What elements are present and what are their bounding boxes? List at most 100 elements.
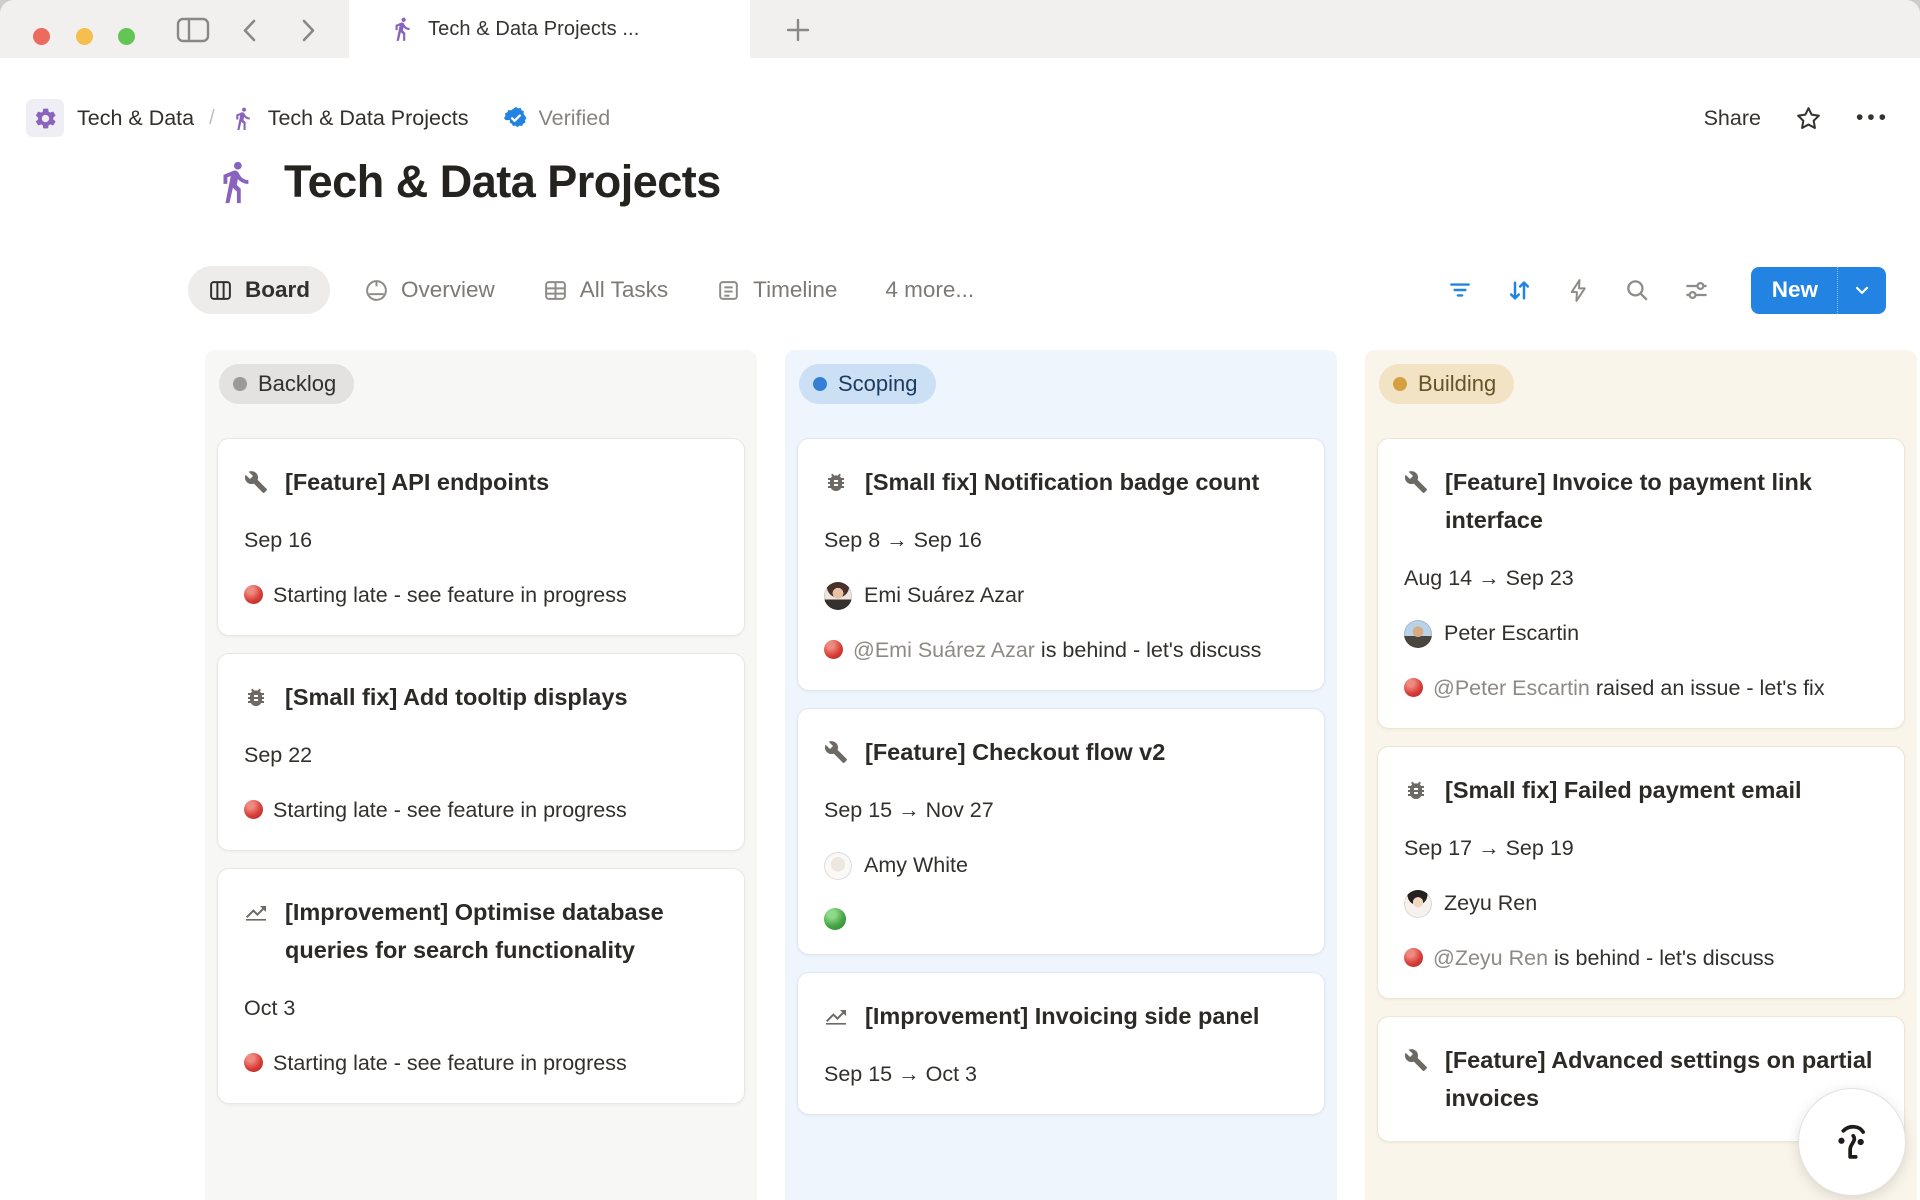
task-card[interactable]: [Small fix] Failed payment email Sep 17 … — [1377, 746, 1905, 999]
zoom-window-button[interactable] — [118, 28, 135, 45]
workspace-chip[interactable] — [26, 99, 64, 137]
views-toolbar: Board Overview All Tasks Timeline 4 more… — [188, 260, 1886, 320]
verified-badge[interactable]: Verified — [503, 105, 610, 131]
ai-face-icon — [1821, 1111, 1883, 1173]
card-assignee: Emi Suárez Azar — [824, 580, 1298, 611]
top-bar: Tech & Data / Tech & Data Projects Verif… — [26, 92, 1890, 144]
card-date: Oct 3 — [244, 993, 718, 1024]
status-dot — [1393, 377, 1407, 391]
window-chrome: Tech & Data Projects ... — [0, 0, 1920, 58]
task-card[interactable]: [Improvement] Invoicing side panel Sep 1… — [797, 972, 1325, 1115]
automation-lightning-icon[interactable] — [1566, 278, 1591, 303]
page-header: Tech & Data Projects — [212, 156, 721, 208]
view-settings-sliders-icon[interactable] — [1683, 277, 1710, 304]
card-status — [824, 905, 1298, 930]
filter-icon[interactable] — [1447, 277, 1473, 303]
card-status: Starting late - see feature in progress — [244, 1048, 718, 1079]
tab-title: Tech & Data Projects ... — [428, 18, 639, 41]
avatar — [1404, 620, 1432, 648]
more-views-button[interactable]: 4 more... — [885, 277, 974, 303]
page-title: Tech & Data Projects — [284, 156, 721, 208]
browser-tab[interactable]: Tech & Data Projects ... — [349, 0, 750, 58]
notion-window: Tech & Data Projects ... Tech & Data / T… — [0, 0, 1920, 1200]
share-button[interactable]: Share — [1704, 106, 1761, 131]
card-assignee: Amy White — [824, 850, 1298, 881]
view-tab-overview[interactable]: Overview — [364, 277, 495, 303]
column-backlog: Backlog [Feature] API endpoints Sep 16 S… — [205, 350, 757, 1200]
search-icon[interactable] — [1624, 277, 1650, 303]
card-title: [Feature] Checkout flow v2 — [865, 733, 1165, 771]
bug-icon — [1404, 778, 1428, 802]
task-card[interactable]: [Feature] Invoice to payment link interf… — [1377, 438, 1905, 729]
new-button[interactable]: New — [1751, 277, 1837, 303]
red-status-icon — [1404, 948, 1423, 967]
gear-icon — [33, 106, 58, 131]
sort-icon[interactable] — [1506, 277, 1533, 304]
card-status: Starting late - see feature in progress — [244, 795, 718, 826]
more-options-icon[interactable]: ••• — [1856, 106, 1890, 130]
card-status: @Peter Escartin raised an issue - let's … — [1404, 673, 1878, 704]
new-dropdown-button[interactable] — [1838, 280, 1886, 300]
card-title: [Small fix] Add tooltip displays — [285, 678, 628, 716]
back-chevron-icon[interactable] — [239, 18, 261, 43]
breadcrumb-separator: / — [207, 107, 217, 130]
forward-chevron-icon[interactable] — [297, 18, 319, 43]
runner-icon — [230, 106, 255, 131]
red-status-icon — [244, 585, 263, 604]
card-date: Sep 16 — [244, 525, 718, 556]
card-date: Aug 14 → Sep 23 — [1404, 563, 1878, 594]
page-runner-icon — [212, 159, 258, 205]
task-card[interactable]: [Feature] API endpoints Sep 16 Starting … — [217, 438, 745, 636]
bug-icon — [824, 470, 848, 494]
wrench-icon — [244, 470, 268, 494]
task-card[interactable]: [Improvement] Optimise database queries … — [217, 868, 745, 1104]
task-card[interactable]: [Small fix] Notification badge count Sep… — [797, 438, 1325, 691]
verified-check-icon — [503, 105, 529, 131]
column-scoping: Scoping [Small fix] Notification badge c… — [785, 350, 1337, 1200]
new-tab-icon[interactable] — [785, 17, 811, 43]
card-title: [Improvement] Invoicing side panel — [865, 997, 1259, 1035]
view-tab-all-tasks[interactable]: All Tasks — [543, 277, 668, 303]
card-status: Starting late - see feature in progress — [244, 580, 718, 611]
timeline-icon — [716, 278, 741, 303]
status-dot — [813, 377, 827, 391]
notion-ai-button[interactable] — [1798, 1088, 1906, 1196]
card-date: Sep 8 → Sep 16 — [824, 525, 1298, 556]
task-card[interactable]: [Feature] Checkout flow v2 Sep 15 → Nov … — [797, 708, 1325, 955]
wrench-icon — [1404, 470, 1428, 494]
status-pill-scoping[interactable]: Scoping — [799, 364, 936, 404]
avatar — [1404, 890, 1432, 918]
card-date: Sep 15 → Nov 27 — [824, 795, 1298, 826]
card-assignee: Zeyu Ren — [1404, 888, 1878, 919]
improvement-icon — [824, 1004, 848, 1028]
status-pill-backlog[interactable]: Backlog — [219, 364, 354, 404]
card-date: Sep 17 → Sep 19 — [1404, 833, 1878, 864]
chevron-down-icon — [1852, 280, 1872, 300]
favorite-star-icon[interactable] — [1795, 105, 1822, 132]
breadcrumb: Tech & Data / Tech & Data Projects Verif… — [26, 99, 610, 137]
avatar — [824, 582, 852, 610]
card-title: [Feature] Invoice to payment link interf… — [1445, 463, 1878, 539]
card-title: [Small fix] Failed payment email — [1445, 771, 1802, 809]
toolbar: New — [1447, 267, 1886, 314]
red-status-icon — [244, 800, 263, 819]
table-icon — [543, 278, 568, 303]
task-card[interactable]: [Small fix] Add tooltip displays Sep 22 … — [217, 653, 745, 851]
board-icon — [208, 278, 233, 303]
kanban-board: Backlog [Feature] API endpoints Sep 16 S… — [205, 350, 1917, 1200]
status-pill-building[interactable]: Building — [1379, 364, 1514, 404]
close-window-button[interactable] — [33, 28, 50, 45]
view-tab-board[interactable]: Board — [188, 266, 330, 314]
view-tabs: Board Overview All Tasks Timeline 4 more… — [188, 266, 974, 314]
card-title: [Small fix] Notification badge count — [865, 463, 1259, 501]
breadcrumb-page[interactable]: Tech & Data Projects — [268, 106, 469, 131]
sidebar-toggle-icon[interactable] — [176, 17, 210, 43]
breadcrumb-workspace[interactable]: Tech & Data — [77, 106, 194, 131]
new-button-group: New — [1751, 267, 1886, 314]
red-status-icon — [1404, 678, 1423, 697]
red-status-icon — [244, 1053, 263, 1072]
card-assignee: Peter Escartin — [1404, 618, 1878, 649]
card-date: Sep 22 — [244, 740, 718, 771]
minimize-window-button[interactable] — [76, 28, 93, 45]
view-tab-timeline[interactable]: Timeline — [716, 277, 837, 303]
